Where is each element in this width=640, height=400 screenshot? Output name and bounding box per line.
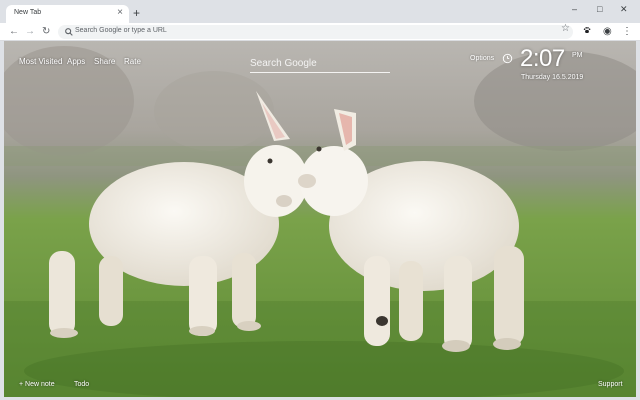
new-tab-button[interactable]: + bbox=[133, 6, 140, 20]
tab-new-tab[interactable]: New Tab × bbox=[6, 5, 129, 23]
rate-link[interactable]: Rate bbox=[124, 57, 141, 66]
clock-date: Thursday 16.5.2019 bbox=[521, 74, 584, 81]
todo-button[interactable]: Todo bbox=[74, 381, 89, 388]
tab-close-icon[interactable]: × bbox=[117, 7, 123, 19]
reload-icon[interactable]: ↻ bbox=[42, 25, 50, 39]
menu-dots-icon[interactable]: ⋮ bbox=[622, 25, 632, 39]
background-photo-lambs bbox=[4, 41, 636, 397]
apps-link[interactable]: Apps bbox=[67, 57, 85, 66]
search-box[interactable] bbox=[250, 53, 390, 73]
profile-icon[interactable]: ◉ bbox=[603, 25, 612, 39]
minimize-button[interactable]: – bbox=[572, 3, 577, 15]
search-input[interactable] bbox=[250, 54, 390, 73]
forward-arrow-icon[interactable]: → bbox=[25, 25, 35, 39]
paw-extension-icon[interactable] bbox=[583, 26, 591, 34]
browser-toolbar: ← → ↻ Search Google or type a URL ☆ ◉ ⋮ bbox=[0, 23, 640, 41]
support-link[interactable]: Support bbox=[598, 381, 623, 388]
window-frame-left bbox=[0, 41, 4, 400]
back-arrow-icon[interactable]: ← bbox=[9, 25, 19, 39]
clock-time: 2:07 bbox=[520, 45, 565, 72]
search-icon bbox=[65, 28, 73, 36]
maximize-button[interactable]: □ bbox=[597, 3, 602, 15]
star-icon[interactable]: ☆ bbox=[561, 23, 570, 34]
title-bar: New Tab × + – □ ✕ bbox=[0, 0, 640, 23]
most-visited-link[interactable]: Most Visited bbox=[19, 57, 62, 66]
window-frame-right bbox=[636, 41, 640, 400]
address-bar[interactable]: Search Google or type a URL bbox=[58, 25, 573, 39]
options-button[interactable]: Options bbox=[470, 55, 494, 62]
close-window-button[interactable]: ✕ bbox=[620, 3, 628, 15]
tab-title: New Tab bbox=[14, 9, 42, 16]
clock-ampm: PM bbox=[572, 52, 583, 59]
new-tab-page: Most Visited Apps Share Rate Options 2:0… bbox=[4, 41, 636, 397]
address-bar-placeholder: Search Google or type a URL bbox=[75, 27, 167, 34]
alarm-clock-icon[interactable] bbox=[502, 53, 513, 64]
share-link[interactable]: Share bbox=[94, 57, 115, 66]
new-note-button[interactable]: + New note bbox=[19, 381, 55, 388]
